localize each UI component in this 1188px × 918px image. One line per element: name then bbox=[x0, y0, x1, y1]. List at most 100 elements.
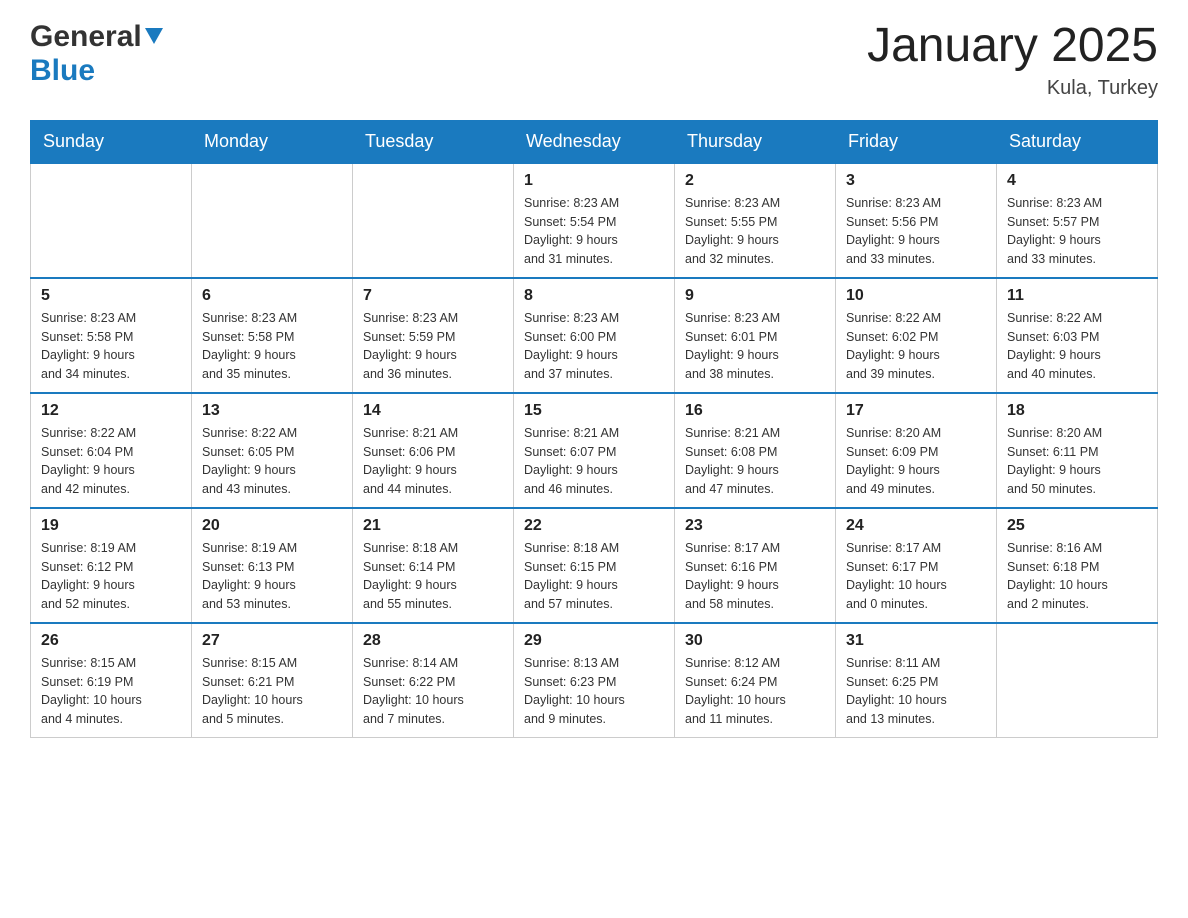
calendar-cell bbox=[31, 163, 192, 278]
day-number: 11 bbox=[1007, 287, 1147, 305]
day-number: 26 bbox=[41, 632, 181, 650]
day-number: 7 bbox=[363, 287, 503, 305]
calendar-cell: 31 Sunrise: 8:11 AMSunset: 6:25 PMDayligh… bbox=[836, 623, 997, 738]
day-info: Sunrise: 8:23 AMSunset: 5:54 PMDaylight:… bbox=[524, 194, 664, 269]
calendar-table: SundayMondayTuesdayWednesdayThursdayFrid… bbox=[30, 120, 1158, 738]
calendar-week-row: 5 Sunrise: 8:23 AMSunset: 5:58 PMDaylight… bbox=[31, 278, 1158, 393]
day-info: Sunrise: 8:23 AMSunset: 6:00 PMDaylight:… bbox=[524, 309, 664, 384]
day-info: Sunrise: 8:23 AMSunset: 5:57 PMDaylight:… bbox=[1007, 194, 1147, 269]
day-number: 2 bbox=[685, 172, 825, 190]
day-info: Sunrise: 8:23 AMSunset: 5:55 PMDaylight:… bbox=[685, 194, 825, 269]
day-info: Sunrise: 8:21 AMSunset: 6:08 PMDaylight:… bbox=[685, 424, 825, 499]
calendar-cell: 14Sunrise: 8:21 AMSunset: 6:06 PMDayligh… bbox=[353, 393, 514, 508]
day-number: 23 bbox=[685, 517, 825, 535]
day-info: Sunrise: 8:23 AMSunset: 5:58 PMDaylight:… bbox=[41, 309, 181, 384]
day-info: Sunrise: 8:12 AMSunset: 6:24 PMDaylight:… bbox=[685, 654, 825, 729]
day-number: 4 bbox=[1007, 172, 1147, 190]
day-of-week-header: Saturday bbox=[997, 120, 1158, 163]
calendar-week-row: 26 Sunrise: 8:15 AMSunset: 6:19 PMDayligh… bbox=[31, 623, 1158, 738]
location: Kula, Turkey bbox=[867, 77, 1158, 100]
calendar-cell: 20 Sunrise: 8:19 AMSunset: 6:13 PMDayligh… bbox=[192, 508, 353, 623]
calendar-cell: 17Sunrise: 8:20 AMSunset: 6:09 PMDayligh… bbox=[836, 393, 997, 508]
calendar-cell: 10 Sunrise: 8:22 AMSunset: 6:02 PMDayligh… bbox=[836, 278, 997, 393]
day-number: 27 bbox=[202, 632, 342, 650]
calendar-week-row: 19 Sunrise: 8:19 AMSunset: 6:12 PMDayligh… bbox=[31, 508, 1158, 623]
calendar-cell: 16 Sunrise: 8:21 AMSunset: 6:08 PMDayligh… bbox=[675, 393, 836, 508]
page-header: General Blue January 2025 Kula, Turkey bbox=[30, 20, 1158, 100]
logo-blue-text: Blue bbox=[30, 54, 95, 87]
day-number: 10 bbox=[846, 287, 986, 305]
calendar-cell: 19 Sunrise: 8:19 AMSunset: 6:12 PMDayligh… bbox=[31, 508, 192, 623]
calendar-cell: 30 Sunrise: 8:12 AMSunset: 6:24 PMDayligh… bbox=[675, 623, 836, 738]
day-info: Sunrise: 8:13 AMSunset: 6:23 PMDaylight:… bbox=[524, 654, 664, 729]
day-info: Sunrise: 8:23 AMSunset: 5:58 PMDaylight:… bbox=[202, 309, 342, 384]
day-number: 5 bbox=[41, 287, 181, 305]
calendar-cell bbox=[997, 623, 1158, 738]
day-number: 20 bbox=[202, 517, 342, 535]
day-of-week-header: Tuesday bbox=[353, 120, 514, 163]
day-info: Sunrise: 8:17 AMSunset: 6:16 PMDaylight:… bbox=[685, 539, 825, 614]
calendar-cell: 12 Sunrise: 8:22 AMSunset: 6:04 PMDayligh… bbox=[31, 393, 192, 508]
calendar-cell: 25 Sunrise: 8:16 AMSunset: 6:18 PMDayligh… bbox=[997, 508, 1158, 623]
day-number: 19 bbox=[41, 517, 181, 535]
day-info: Sunrise: 8:18 AMSunset: 6:15 PMDaylight:… bbox=[524, 539, 664, 614]
calendar-cell: 8 Sunrise: 8:23 AMSunset: 6:00 PMDaylight… bbox=[514, 278, 675, 393]
day-number: 30 bbox=[685, 632, 825, 650]
day-of-week-header: Friday bbox=[836, 120, 997, 163]
day-of-week-header: Wednesday bbox=[514, 120, 675, 163]
calendar-cell: 29 Sunrise: 8:13 AMSunset: 6:23 PMDayligh… bbox=[514, 623, 675, 738]
day-number: 18 bbox=[1007, 402, 1147, 420]
day-info: Sunrise: 8:17 AMSunset: 6:17 PMDaylight:… bbox=[846, 539, 986, 614]
day-info: Sunrise: 8:15 AMSunset: 6:19 PMDaylight:… bbox=[41, 654, 181, 729]
day-info: Sunrise: 8:22 AMSunset: 6:04 PMDaylight:… bbox=[41, 424, 181, 499]
calendar-cell: 21 Sunrise: 8:18 AMSunset: 6:14 PMDayligh… bbox=[353, 508, 514, 623]
day-info: Sunrise: 8:21 AMSunset: 6:07 PMDaylight:… bbox=[524, 424, 664, 499]
day-number: 21 bbox=[363, 517, 503, 535]
calendar-cell: 26 Sunrise: 8:15 AMSunset: 6:19 PMDayligh… bbox=[31, 623, 192, 738]
day-info: Sunrise: 8:11 AMSunset: 6:25 PMDaylight:… bbox=[846, 654, 986, 729]
day-info: Sunrise: 8:22 AMSunset: 6:03 PMDaylight:… bbox=[1007, 309, 1147, 384]
day-number: 3 bbox=[846, 172, 986, 190]
calendar-cell: 1Sunrise: 8:23 AMSunset: 5:54 PMDaylight… bbox=[514, 163, 675, 278]
calendar-week-row: 1Sunrise: 8:23 AMSunset: 5:54 PMDaylight… bbox=[31, 163, 1158, 278]
day-info: Sunrise: 8:22 AMSunset: 6:02 PMDaylight:… bbox=[846, 309, 986, 384]
day-info: Sunrise: 8:20 AMSunset: 6:11 PMDaylight:… bbox=[1007, 424, 1147, 499]
calendar-cell: 13Sunrise: 8:22 AMSunset: 6:05 PMDayligh… bbox=[192, 393, 353, 508]
logo-general-text: General bbox=[30, 20, 142, 54]
day-info: Sunrise: 8:14 AMSunset: 6:22 PMDaylight:… bbox=[363, 654, 503, 729]
calendar-cell: 18 Sunrise: 8:20 AMSunset: 6:11 PMDayligh… bbox=[997, 393, 1158, 508]
calendar-cell: 23 Sunrise: 8:17 AMSunset: 6:16 PMDayligh… bbox=[675, 508, 836, 623]
calendar-week-row: 12 Sunrise: 8:22 AMSunset: 6:04 PMDayligh… bbox=[31, 393, 1158, 508]
day-number: 8 bbox=[524, 287, 664, 305]
calendar-cell: 3 Sunrise: 8:23 AMSunset: 5:56 PMDaylight… bbox=[836, 163, 997, 278]
day-number: 29 bbox=[524, 632, 664, 650]
day-of-week-header: Sunday bbox=[31, 120, 192, 163]
calendar-cell: 9Sunrise: 8:23 AMSunset: 6:01 PMDaylight… bbox=[675, 278, 836, 393]
day-number: 24 bbox=[846, 517, 986, 535]
calendar-header-row: SundayMondayTuesdayWednesdayThursdayFrid… bbox=[31, 120, 1158, 163]
day-info: Sunrise: 8:15 AMSunset: 6:21 PMDaylight:… bbox=[202, 654, 342, 729]
calendar-cell: 11 Sunrise: 8:22 AMSunset: 6:03 PMDayligh… bbox=[997, 278, 1158, 393]
day-number: 17 bbox=[846, 402, 986, 420]
day-number: 31 bbox=[846, 632, 986, 650]
day-info: Sunrise: 8:16 AMSunset: 6:18 PMDaylight:… bbox=[1007, 539, 1147, 614]
day-info: Sunrise: 8:19 AMSunset: 6:12 PMDaylight:… bbox=[41, 539, 181, 614]
month-title: January 2025 bbox=[867, 20, 1158, 73]
day-info: Sunrise: 8:23 AMSunset: 6:01 PMDaylight:… bbox=[685, 309, 825, 384]
day-number: 28 bbox=[363, 632, 503, 650]
day-number: 16 bbox=[685, 402, 825, 420]
day-of-week-header: Thursday bbox=[675, 120, 836, 163]
day-number: 13 bbox=[202, 402, 342, 420]
logo: General Blue bbox=[30, 20, 163, 88]
day-number: 6 bbox=[202, 287, 342, 305]
day-number: 25 bbox=[1007, 517, 1147, 535]
day-info: Sunrise: 8:23 AMSunset: 5:56 PMDaylight:… bbox=[846, 194, 986, 269]
day-number: 22 bbox=[524, 517, 664, 535]
day-info: Sunrise: 8:19 AMSunset: 6:13 PMDaylight:… bbox=[202, 539, 342, 614]
calendar-cell: 6 Sunrise: 8:23 AMSunset: 5:58 PMDaylight… bbox=[192, 278, 353, 393]
calendar-cell: 24 Sunrise: 8:17 AMSunset: 6:17 PMDayligh… bbox=[836, 508, 997, 623]
day-number: 12 bbox=[41, 402, 181, 420]
title-section: January 2025 Kula, Turkey bbox=[867, 20, 1158, 100]
day-info: Sunrise: 8:18 AMSunset: 6:14 PMDaylight:… bbox=[363, 539, 503, 614]
day-number: 14 bbox=[363, 402, 503, 420]
